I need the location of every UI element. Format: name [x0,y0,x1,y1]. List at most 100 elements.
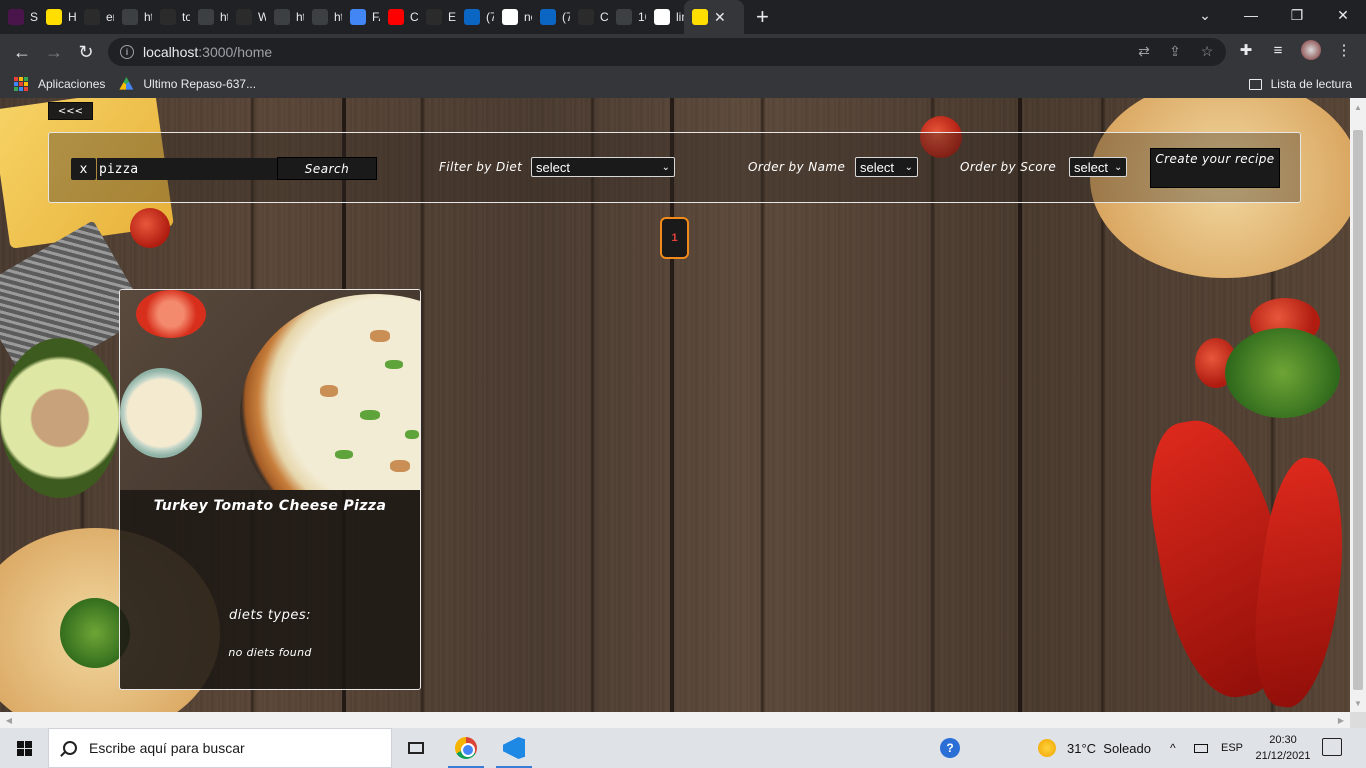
tray-overflow-button[interactable]: ^ [1170,728,1176,768]
taskbar-chrome[interactable] [442,728,490,768]
new-tab-button[interactable]: + [756,6,769,28]
recipe-card[interactable]: Turkey Tomato Cheese Pizza diets types: … [119,289,421,690]
diets-value: no diets found [228,646,312,659]
browser-tab[interactable]: Edi [418,0,456,34]
scroll-right-icon[interactable]: ▶ [1334,712,1348,728]
notifications-icon[interactable] [1322,738,1342,756]
language-indicator[interactable]: ESP [1221,728,1243,768]
reload-icon[interactable]: ↻ [74,40,98,64]
scroll-down-icon[interactable]: ▼ [1350,696,1366,710]
taskbar-vscode[interactable] [490,728,538,768]
browser-tab-title: http [220,10,228,24]
start-button[interactable] [0,728,48,768]
browser-tab[interactable]: http [190,0,228,34]
browser-tab[interactable]: (7) [532,0,570,34]
bookmark-drive-file[interactable]: Ultimo Repaso-637... [119,77,256,91]
browser-tab[interactable]: Her [38,0,76,34]
google-icon [502,9,518,25]
search-input[interactable] [97,158,277,180]
docs-icon [350,9,366,25]
task-view-button[interactable] [392,728,440,768]
minimize-button[interactable]: — [1228,0,1274,30]
weather-widget[interactable]: 31°C Soleado [1038,728,1151,768]
filter-diet-label: Filter by Diet [439,160,523,174]
search-button[interactable]: Search [277,157,377,180]
url-host: localhost [143,44,199,60]
filter-diet-select[interactable]: select ⌄ [531,157,675,177]
share-icon[interactable]: ⇪ [1166,42,1184,60]
scroll-left-icon[interactable]: ◀ [2,712,16,728]
back-arrow-icon[interactable]: ← [10,40,34,64]
browser-tab[interactable]: (7) [456,0,494,34]
bookmark-label: Ultimo Repaso-637... [143,77,257,91]
browser-tab[interactable]: http [304,0,342,34]
bookmarks-bar: Aplicaciones Ultimo Repaso-637... Lista … [0,70,1366,98]
tomato-decoration [130,208,170,248]
browser-tab-title: http [334,10,342,24]
reading-list-button[interactable]: Lista de lectura [1248,70,1352,98]
clock-time: 20:30 [1269,734,1297,746]
taskbar-search-placeholder: Escribe aquí para buscar [89,740,245,756]
pagination-page-button[interactable]: 1 [660,217,689,259]
browser-tab-title: (7) [486,10,494,24]
avocado-decoration [0,338,120,498]
page-viewport: <<< x Search Filter by Diet select ⌄ Ord… [0,98,1350,712]
scrollbar-thumb[interactable] [1353,130,1363,690]
github-icon [578,9,594,25]
extensions-puzzle-icon[interactable]: ✚ [1236,40,1256,60]
browser-tab-title: link [676,10,684,24]
browser-tab[interactable]: FAC [342,0,380,34]
browser-tab[interactable]: 162 [608,0,646,34]
vertical-scrollbar[interactable]: ▲ ▼ [1350,98,1366,712]
clear-search-button[interactable]: x [71,158,96,180]
close-tab-icon[interactable]: ✕ [714,9,726,26]
browser-tab-title: Her [68,10,76,24]
browser-tab[interactable]: noc [494,0,532,34]
bookmark-apps[interactable]: Aplicaciones [14,77,105,91]
browser-menu-icon[interactable]: ⋮ [1334,40,1354,60]
horizontal-scrollbar[interactable]: ◀ ▶ [0,712,1350,728]
site-info-icon[interactable]: i [120,45,134,59]
profile-avatar[interactable] [1301,40,1321,60]
globe-icon [616,9,632,25]
browser-tab-title: Edi [448,10,456,24]
browser-tab[interactable]: em [76,0,114,34]
taskbar-search-box[interactable]: Escribe aquí para buscar [48,728,392,768]
translate-icon[interactable]: ⇄ [1135,42,1153,60]
maximize-button[interactable]: ❐ [1274,0,1320,30]
browser-tab[interactable]: link [646,0,684,34]
browser-tab-title: Wa [258,10,266,24]
tab-search-chevron-icon[interactable]: ⌄ [1182,0,1228,30]
close-window-button[interactable]: ✕ [1320,0,1366,30]
reading-list-icon [1248,78,1262,90]
browser-tab[interactable]: Wa [228,0,266,34]
create-recipe-button[interactable]: Create your recipe [1150,148,1280,188]
browser-tab[interactable]: http [266,0,304,34]
chevron-down-icon: ⌄ [904,161,913,173]
globe-icon [274,9,290,25]
help-icon: ? [940,738,960,758]
order-name-select[interactable]: select ⌄ [855,157,918,177]
bookmark-star-icon[interactable]: ☆ [1198,42,1216,60]
order-score-select[interactable]: select ⌄ [1069,157,1127,177]
taskbar-clock[interactable]: 20:30 21/12/2021 [1250,732,1316,764]
media-control-icon[interactable]: ≡ [1268,40,1288,60]
help-tray-item[interactable]: ? [940,728,960,768]
browser-tab[interactable]: http [114,0,152,34]
browser-tab[interactable]: ton [152,0,190,34]
browser-tab[interactable]: Car [570,0,608,34]
recipe-title: Turkey Tomato Cheese Pizza [153,498,387,514]
youtube-icon [388,9,404,25]
slack-icon [8,9,24,25]
address-bar[interactable]: i localhost:3000/home [108,38,1226,66]
browser-tab-active[interactable]: ✕ [684,0,744,34]
battery-tray-item[interactable] [1194,728,1208,768]
browser-tab[interactable]: Slac [0,0,38,34]
forward-arrow-icon[interactable]: → [42,40,66,64]
scroll-up-icon[interactable]: ▲ [1350,100,1366,114]
browser-tab[interactable]: CRI [380,0,418,34]
windows-logo-icon [16,740,32,756]
select-value: select [860,159,894,175]
back-button[interactable]: <<< [48,102,93,120]
chrome-icon [455,737,477,759]
